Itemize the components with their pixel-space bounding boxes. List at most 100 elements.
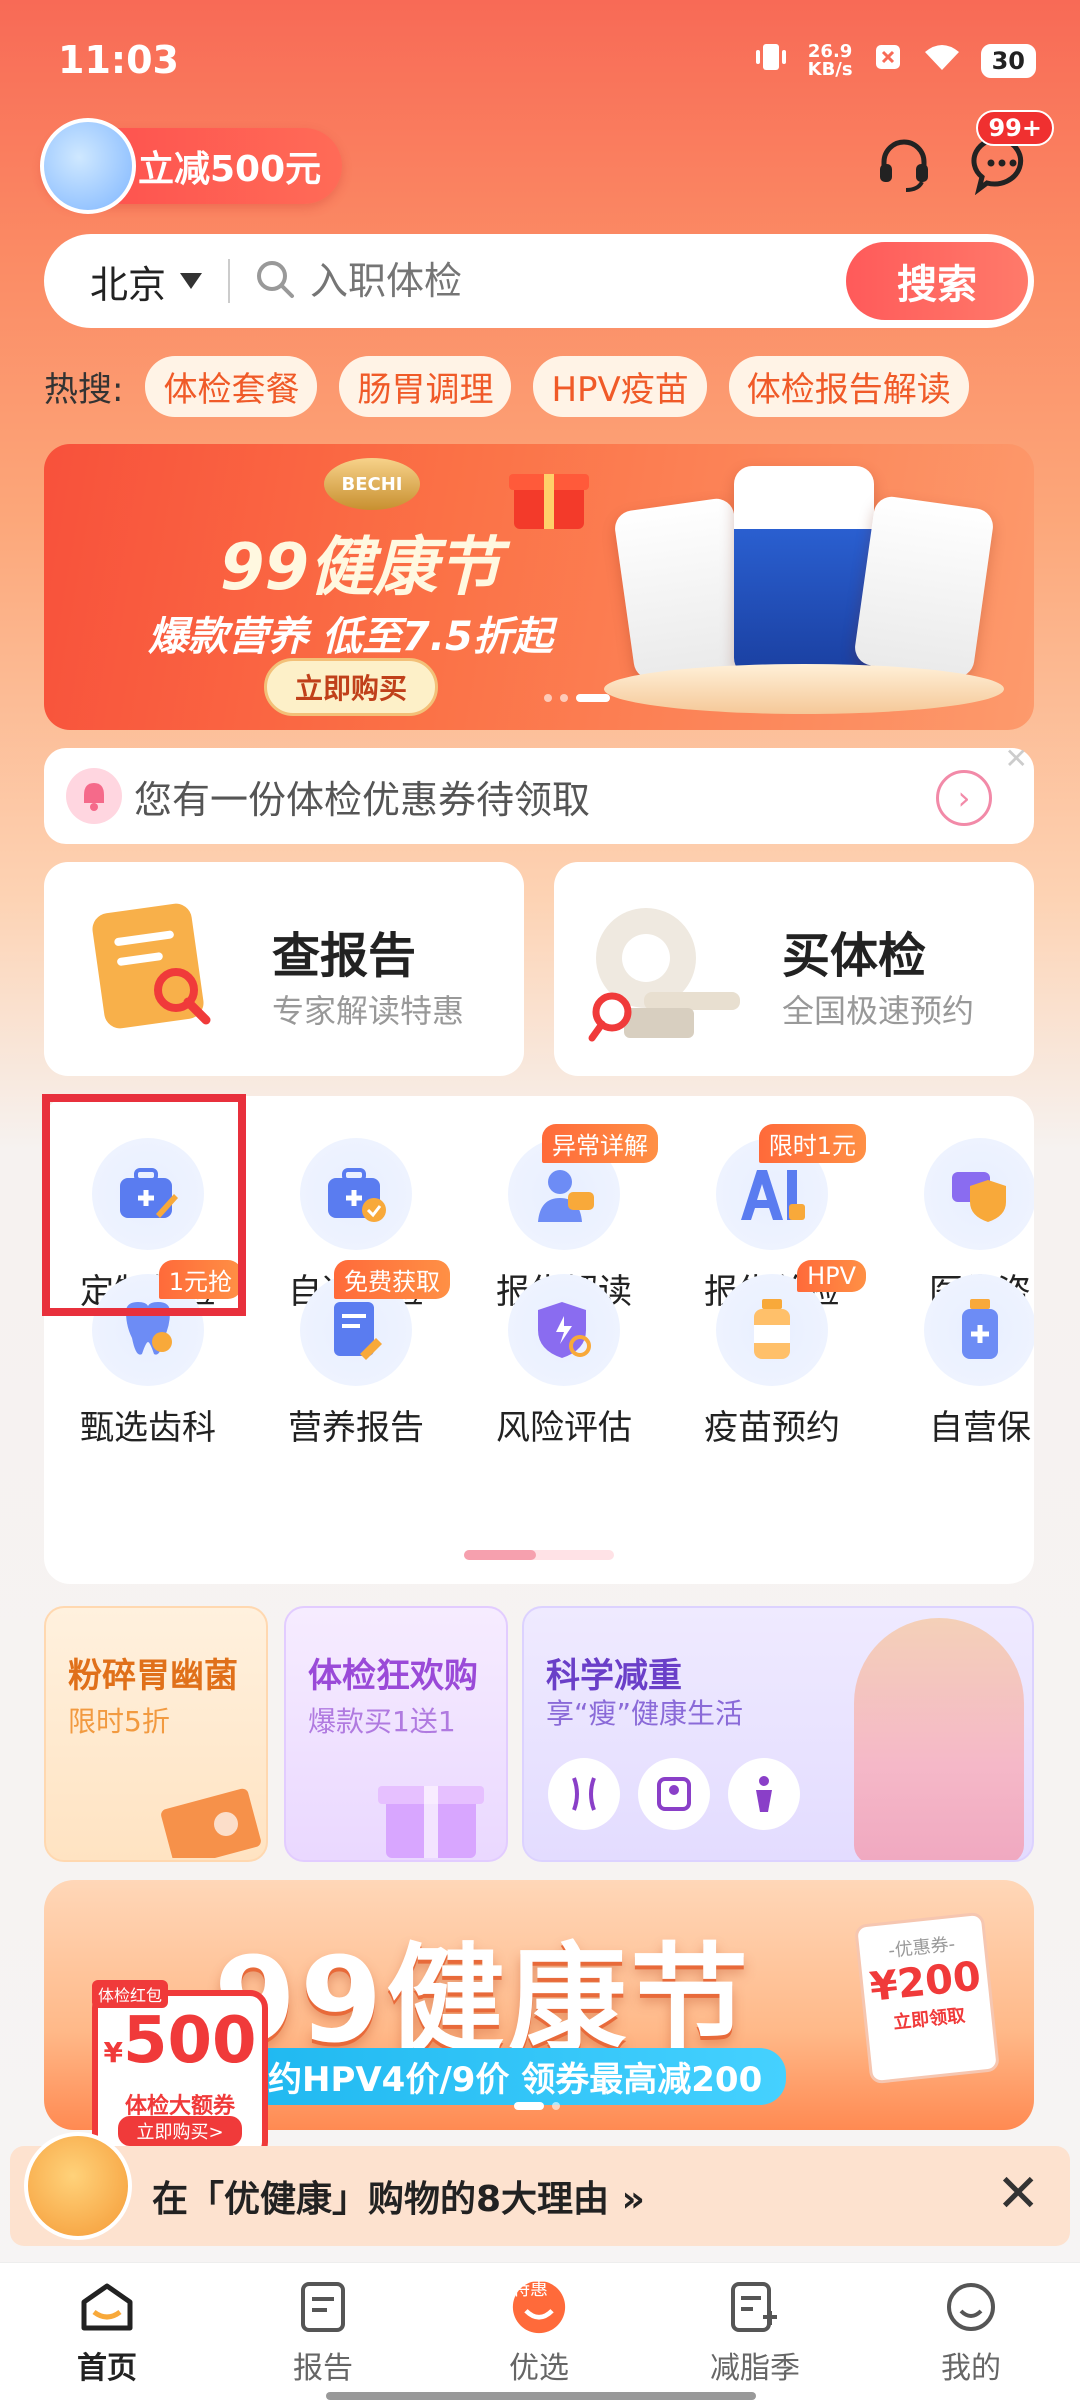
tab-fat-loss[interactable]: 减脂季 xyxy=(680,2279,830,2387)
carousel-dots xyxy=(514,2102,560,2110)
card-title: 查报告 xyxy=(272,928,417,984)
search-divider xyxy=(228,259,231,303)
carousel-dot xyxy=(552,2102,560,2110)
tile-title: 粉碎胃幽菌 xyxy=(68,1656,238,1696)
report-tab-icon xyxy=(295,2279,351,2335)
ct-scanner-icon xyxy=(584,892,744,1056)
card-subtitle: 全国极速预约 xyxy=(782,992,975,1030)
tile-subtitle: 享“瘦”健康生活 xyxy=(546,1697,744,1730)
chevron-right-icon[interactable]: › xyxy=(936,770,992,826)
tile-subtitle: 爆款买1送1 xyxy=(308,1705,456,1738)
search-button[interactable]: 搜索 xyxy=(846,242,1028,320)
promo-banner[interactable]: BECHI 99健康节 爆款营养 低至7.5折起 立即购买 xyxy=(44,444,1034,730)
coupon-buy-button[interactable]: 立即购买> xyxy=(118,2116,242,2146)
tab-home[interactable]: 首页 xyxy=(32,2279,182,2387)
sim-off-icon xyxy=(873,42,903,79)
coupon-200[interactable]: -优惠券- ¥200 立即领取 xyxy=(853,1911,1001,2085)
home-icon xyxy=(79,2279,135,2335)
buy-checkup-card[interactable]: 买体检 全国极速预约 xyxy=(554,862,1034,1076)
promo-label: 立减500元 xyxy=(138,149,322,190)
banner-buy-button[interactable]: 立即购买 xyxy=(264,658,439,716)
big-banner-subtitle: 约HPV4价/9价 领券最高减200 xyxy=(244,2048,787,2105)
tile-checkup-carnival[interactable]: 体检狂欢购 爆款买1送1 xyxy=(284,1606,508,1862)
grid-tag: 异常详解 xyxy=(542,1124,658,1163)
wifi-icon xyxy=(923,42,961,79)
waist-icon xyxy=(548,1758,620,1830)
status-bar: 11:03 26.9 KB/s 30 xyxy=(0,0,1080,120)
banner-subtitle: 爆款营养 低至7.5折起 xyxy=(148,614,553,660)
scale-icon xyxy=(638,1758,710,1830)
grid-item-nutrition-report[interactable]: 免费获取 营养报告 xyxy=(252,1260,460,1449)
shopping-cart-icon xyxy=(24,2132,132,2240)
product-pack-icon xyxy=(156,1768,266,1860)
tab-label: 减脂季 xyxy=(710,2351,800,2386)
home-indicator xyxy=(326,2392,756,2400)
hot-search-chip[interactable]: 体检套餐 xyxy=(145,356,318,417)
model-image xyxy=(854,1618,1024,1860)
bell-icon xyxy=(66,768,122,824)
mascot-icon xyxy=(40,118,136,214)
medicine-bottle-icon xyxy=(924,1274,1034,1386)
product-stand xyxy=(604,664,1004,714)
scroll-thumb xyxy=(464,1550,536,1560)
carousel-dot-active xyxy=(514,2102,544,2110)
gift-box-icon xyxy=(366,1758,496,1860)
reason-text: 在「优健康」购物的8大理由 » xyxy=(152,2179,645,2220)
self-select-checkup-icon xyxy=(300,1138,412,1250)
grid-tag: HPV xyxy=(797,1260,866,1292)
body-icon xyxy=(728,1758,800,1830)
search-bar: 北京 搜索 xyxy=(44,234,1034,328)
card-title: 买体检 xyxy=(782,928,927,984)
fat-loss-icon xyxy=(727,2279,783,2335)
tile-h-pylori[interactable]: 粉碎胃幽菌 限时5折 xyxy=(44,1606,268,1862)
search-input[interactable] xyxy=(310,259,751,303)
chevron-down-icon[interactable] xyxy=(180,273,203,289)
tile-subtitle: 限时5折 xyxy=(68,1705,170,1738)
hot-search-label: 热搜: xyxy=(44,370,124,410)
hot-search-chip[interactable]: 肠胃调理 xyxy=(339,356,512,417)
grid-tag: 限时1元 xyxy=(758,1124,866,1163)
profile-icon xyxy=(943,2279,999,2335)
tab-mine[interactable]: 我的 xyxy=(896,2279,1046,2387)
tab-selected[interactable]: 特惠 优选 xyxy=(464,2279,614,2387)
card-subtitle: 专家解读特惠 xyxy=(272,992,465,1030)
close-icon[interactable]: ✕ xyxy=(1005,742,1028,775)
tile-weight-loss[interactable]: 科学减重 享“瘦”健康生活 xyxy=(522,1606,1034,1862)
status-time: 11:03 xyxy=(58,38,179,82)
consult-shield-icon xyxy=(924,1138,1034,1250)
vibrate-icon xyxy=(754,40,788,81)
report-icon xyxy=(84,898,224,1042)
grid-tag: 免费获取 xyxy=(334,1260,450,1299)
coupon-500[interactable]: 体检红包 ¥500 体检大额券 立即购买> xyxy=(92,1980,268,2160)
check-report-card[interactable]: 查报告 专家解读特惠 xyxy=(44,862,524,1076)
grid-scroll-indicator xyxy=(464,1550,614,1560)
tab-report[interactable]: 报告 xyxy=(248,2279,398,2387)
selection-highlight-box xyxy=(42,1094,246,1316)
tab-label: 报告 xyxy=(293,2351,353,2386)
grid-item-vaccine[interactable]: HPV 疫苗预约 xyxy=(668,1260,876,1449)
grid-item-insurance[interactable]: 自营保 xyxy=(876,1274,1034,1449)
customer-service-icon[interactable] xyxy=(872,132,936,196)
banner-title: 99健康节 xyxy=(220,531,502,605)
coupon-tag: 体检红包 xyxy=(92,1980,169,2008)
coupon-amount: ¥500 xyxy=(103,2004,257,2078)
close-icon[interactable]: ✕ xyxy=(996,2168,1040,2220)
reason-bar[interactable]: 在「优健康」购物的8大理由 » ✕ xyxy=(10,2132,1070,2246)
notice-text: 您有一份体检优惠券待领取 xyxy=(134,777,591,822)
carousel-dot-active xyxy=(576,694,610,702)
tile-title: 科学减重 xyxy=(546,1656,682,1696)
hot-search-chip[interactable]: 体检报告解读 xyxy=(728,356,969,417)
network-speed: 26.9 KB/s xyxy=(807,40,853,80)
risk-shield-icon xyxy=(508,1274,620,1386)
tab-label: 优选 xyxy=(509,2351,569,2386)
grid-item-label: 甄选齿科 xyxy=(80,1408,216,1448)
city-selector[interactable]: 北京 xyxy=(90,254,166,309)
grid-item-risk-assess[interactable]: 风险评估 xyxy=(460,1274,668,1449)
carousel-dot xyxy=(544,694,552,702)
bottom-tab-bar: 首页 报告 特惠 优选 减脂季 我的 xyxy=(0,2262,1080,2408)
search-icon xyxy=(254,258,296,304)
hot-search-chip[interactable]: HPV疫苗 xyxy=(533,356,707,417)
coupon-notice[interactable]: 您有一份体检优惠券待领取 › ✕ xyxy=(44,742,1034,844)
brand-logo: BECHI xyxy=(324,458,420,510)
gift-box-icon xyxy=(504,454,594,538)
